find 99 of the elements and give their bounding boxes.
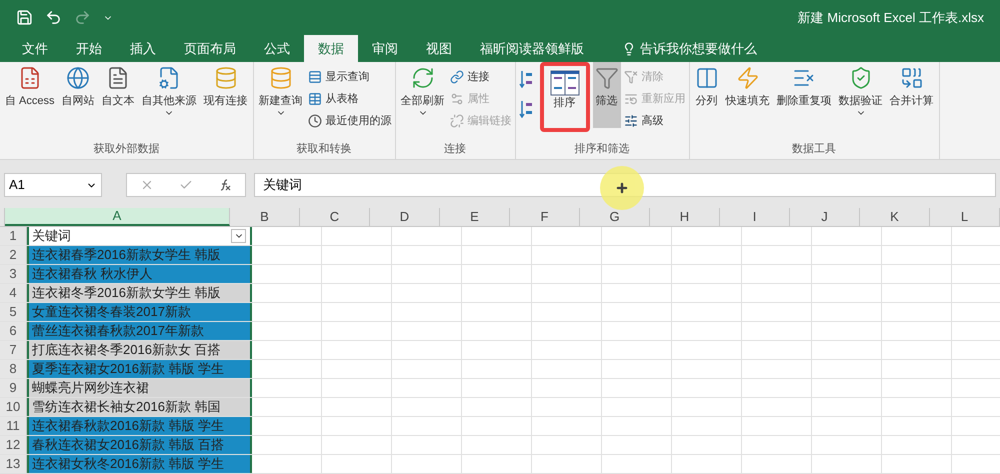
table-cell: 连衣裙春季2016新款女学生 韩版: [27, 246, 252, 264]
ribbon-button[interactable]: 快速填充: [724, 62, 772, 128]
ribbon-small-button[interactable]: 高级: [624, 110, 686, 132]
ribbon-small-button[interactable]: 最近使用的源: [308, 110, 392, 132]
name-box[interactable]: A1: [4, 173, 102, 197]
connection-icon: [450, 70, 464, 84]
row-header[interactable]: 7: [0, 341, 27, 359]
database-query-icon: [268, 66, 293, 90]
cursor-icon: [615, 181, 629, 195]
clock-file-icon: [308, 114, 322, 128]
flash-fill-icon: [736, 66, 760, 90]
column-header[interactable]: F: [510, 208, 580, 226]
sort-icon: [550, 70, 580, 96]
ribbon-button[interactable]: 排序: [548, 66, 582, 124]
row-header[interactable]: 12: [0, 436, 27, 454]
row-header[interactable]: 2: [0, 246, 27, 264]
table-icon: [308, 92, 322, 106]
table-cell: 蕾丝连衣裙春秋款2017年新款: [27, 322, 252, 340]
row-header[interactable]: 3: [0, 265, 27, 283]
table-cell: 春秋连衣裙女2016新款 韩版 百搭: [27, 436, 252, 454]
ribbon-button[interactable]: 全部刷新: [398, 62, 447, 128]
ribbon-tab[interactable]: 文件: [8, 35, 62, 62]
refresh-icon: [410, 66, 435, 90]
ribbon-button[interactable]: 合并计算: [888, 62, 936, 128]
column-header[interactable]: L: [930, 208, 1000, 226]
ribbon-button[interactable]: 删除重复项: [774, 62, 834, 128]
advanced-filter-icon: [624, 114, 638, 128]
table-cell: 连衣裙女秋冬2016新款 韩版 学生: [27, 455, 252, 473]
ribbon-tab[interactable]: 数据: [304, 35, 358, 62]
ribbon-button[interactable]: 自网站: [60, 62, 97, 128]
table-cell: 连衣裙冬季2016新款女学生 韩版: [27, 284, 252, 302]
column-header[interactable]: B: [230, 208, 300, 226]
ribbon-small-button[interactable]: 显示查询: [308, 66, 392, 88]
table-cell: 雪纺连衣裙长袖女2016新款 韩国: [27, 398, 252, 416]
sort-descending-icon[interactable]: [518, 100, 533, 118]
table-cell: 连衣裙春秋款2016新款 韩版 学生: [27, 417, 252, 435]
row-header[interactable]: 13: [0, 455, 27, 473]
undo-icon[interactable]: [45, 9, 62, 26]
ribbon-button[interactable]: 自其他来源: [140, 62, 199, 128]
ribbon-tab[interactable]: 审阅: [358, 35, 412, 62]
consolidate-icon: [900, 66, 924, 90]
ribbon-small-button[interactable]: 连接: [450, 66, 512, 88]
save-icon[interactable]: [16, 9, 33, 26]
clear-filter-icon: [624, 70, 638, 84]
split-column-icon: [694, 66, 719, 90]
group-label: 获取外部数据: [93, 142, 160, 157]
column-header[interactable]: K: [860, 208, 930, 226]
group-label: 数据工具: [792, 142, 836, 157]
row-header[interactable]: 11: [0, 417, 27, 435]
column-header[interactable]: D: [370, 208, 440, 226]
function-icon[interactable]: [218, 178, 232, 192]
row-header[interactable]: 6: [0, 322, 27, 340]
ribbon-tab[interactable]: 插入: [116, 35, 170, 62]
filter-icon: [594, 66, 619, 90]
formula-field[interactable]: 关键词: [254, 173, 996, 197]
column-header[interactable]: A: [5, 208, 230, 226]
ribbon-button[interactable]: 筛选: [592, 62, 621, 128]
ribbon-small-button[interactable]: 从表格: [308, 88, 392, 110]
table-cell: 打底连衣裙冬季2016新款女 百搭: [27, 341, 252, 359]
group-label: 获取和转换: [296, 142, 352, 157]
tell-me-field[interactable]: 告诉我你想要做什么: [622, 35, 757, 62]
ribbon-tab[interactable]: 视图: [412, 35, 466, 62]
globe-file-icon: [66, 66, 90, 90]
ribbon-tab[interactable]: 福昕阅读器领鲜版: [466, 35, 598, 62]
reapply-icon: [624, 92, 638, 106]
row-header[interactable]: 9: [0, 379, 27, 397]
ribbon-button[interactable]: 自文本: [100, 62, 137, 128]
column-header[interactable]: I: [720, 208, 790, 226]
sort-ascending-icon[interactable]: [518, 70, 533, 88]
ribbon-button[interactable]: 数据验证: [836, 62, 885, 128]
table-cell: 女童连衣裙冬春装2017新款: [27, 303, 252, 321]
table-cell: 夏季连衣裙女2016新款 韩版 学生: [27, 360, 252, 378]
ribbon-button[interactable]: 自 Access: [3, 62, 57, 128]
column-header[interactable]: J: [790, 208, 860, 226]
ribbon-button[interactable]: 现有连接: [202, 62, 250, 128]
table-cell: 蝴蝶亮片网纱连衣裙: [27, 379, 252, 397]
ribbon-tab[interactable]: 页面布局: [170, 35, 250, 62]
table-cell: 连衣裙春秋 秋水伊人: [27, 265, 252, 283]
row-header[interactable]: 8: [0, 360, 27, 378]
group-label: 排序和筛选: [574, 142, 630, 157]
group-label: 连接: [444, 142, 466, 157]
row-header[interactable]: 4: [0, 284, 27, 302]
row-header[interactable]: 1: [0, 227, 27, 245]
ribbon-button[interactable]: 新建查询: [256, 62, 305, 128]
table-cell: 关键词: [27, 227, 252, 245]
lightbulb-icon: [622, 42, 636, 56]
row-header[interactable]: 10: [0, 398, 27, 416]
row-header[interactable]: 5: [0, 303, 27, 321]
table-icon: [308, 70, 322, 84]
ribbon-tab[interactable]: 开始: [62, 35, 116, 62]
properties-icon: [450, 92, 464, 106]
ribbon-tab[interactable]: 公式: [250, 35, 304, 62]
column-header[interactable]: C: [300, 208, 370, 226]
window-title: 新建 Microsoft Excel 工作表.xlsx: [798, 8, 984, 27]
link-icon: [450, 114, 464, 128]
filter-dropdown-button[interactable]: [231, 229, 246, 243]
column-header[interactable]: H: [650, 208, 720, 226]
ribbon-button[interactable]: 分列: [692, 62, 721, 128]
column-header[interactable]: E: [440, 208, 510, 226]
